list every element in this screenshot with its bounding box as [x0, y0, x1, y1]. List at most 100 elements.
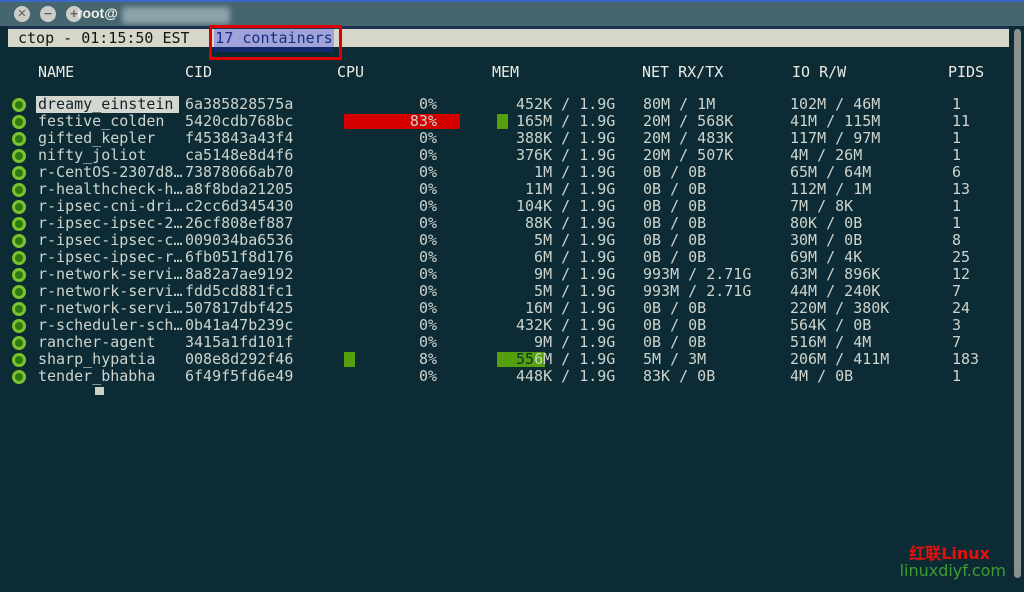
mem-usage-text: 165M / 1.9G	[516, 112, 615, 130]
cpu-percent: 0%	[344, 216, 437, 231]
mem-usage: 432K / 1.9G	[516, 318, 615, 333]
table-row[interactable]: festive_colden 5420cdb768bc 83% 165M / 1…	[0, 113, 1024, 130]
io-rw: 564K / 0B	[790, 317, 871, 334]
container-name: nifty_joliot	[36, 147, 179, 164]
window-titlebar[interactable]: ✕ − + root@	[0, 2, 1024, 26]
net-rx-tx: 993M / 2.71G	[643, 283, 751, 300]
mem-usage-text: 9M / 1.9G	[516, 265, 615, 283]
mem-usage-text: 5M / 1.9G	[516, 231, 615, 249]
table-row[interactable]: r-ipsec-ipsec-r… 6fb051f8d176 0% 6M / 1.…	[0, 249, 1024, 266]
close-button[interactable]: ✕	[14, 6, 30, 22]
table-row[interactable]: rancher-agent 3415a1fd101f 0% 9M / 1.9G …	[0, 334, 1024, 351]
container-name: r-ipsec-ipsec-c…	[36, 232, 179, 249]
table-row[interactable]: r-ipsec-ipsec-2… 26cf808ef887 0% 88K / 1…	[0, 215, 1024, 232]
cpu-percent: 0%	[344, 284, 437, 299]
status-running-icon	[12, 251, 26, 265]
cpu-percent: 8%	[344, 352, 437, 367]
mem-usage: 6M / 1.9G	[516, 250, 615, 265]
status-running-icon	[12, 302, 26, 316]
mem-gauge: 16M / 1.9G	[497, 301, 637, 316]
net-rx-tx: 0B / 0B	[643, 164, 706, 181]
cpu-gauge: 0%	[344, 131, 484, 146]
cpu-percent: 0%	[344, 165, 437, 180]
net-rx-tx: 0B / 0B	[643, 198, 706, 215]
container-id: a8f8bda21205	[185, 181, 293, 198]
container-id: 3415a1fd101f	[185, 334, 293, 351]
io-rw: 516M / 4M	[790, 334, 871, 351]
column-header-pids[interactable]: PIDS	[948, 64, 984, 81]
mem-gauge: 388K / 1.9G	[497, 131, 637, 146]
table-row[interactable]: r-CentOS-2307d8… 73878066ab70 0% 1M / 1.…	[0, 164, 1024, 181]
net-rx-tx: 0B / 0B	[643, 181, 706, 198]
pids-count: 7	[952, 334, 961, 351]
table-row[interactable]: r-healthcheck-h… a8f8bda21205 0% 11M / 1…	[0, 181, 1024, 198]
column-header-io-rw[interactable]: IO R/W	[792, 64, 846, 81]
cpu-gauge: 0%	[344, 267, 484, 282]
ctop-status-bar: ctop - 01:15:50 EST 17 containers	[8, 29, 1009, 47]
cpu-gauge: 0%	[344, 284, 484, 299]
container-name: r-network-servi…	[36, 266, 179, 283]
mem-usage: 88K / 1.9G	[516, 216, 615, 231]
column-header-cpu[interactable]: CPU	[337, 64, 364, 81]
container-name: r-ipsec-cni-dri…	[36, 198, 179, 215]
container-id: fdd5cd881fc1	[185, 283, 293, 300]
container-id: 6f49f5fd6e49	[185, 368, 293, 385]
net-rx-tx: 0B / 0B	[643, 215, 706, 232]
table-row[interactable]: r-ipsec-cni-dri… c2cc6d345430 0% 104K / …	[0, 198, 1024, 215]
pids-count: 6	[952, 164, 961, 181]
mem-usage-text: 16M / 1.9G	[516, 299, 615, 317]
mem-usage: 104K / 1.9G	[516, 199, 615, 214]
status-running-icon	[12, 336, 26, 350]
mem-usage: 165M / 1.9G	[516, 114, 615, 129]
io-rw: 4M / 26M	[790, 147, 862, 164]
io-rw: 206M / 411M	[790, 351, 889, 368]
pids-count: 1	[952, 130, 961, 147]
window-title: root@	[77, 5, 118, 21]
status-running-icon	[12, 285, 26, 299]
io-rw: 117M / 97M	[790, 130, 880, 147]
mem-gauge: 556M / 1.9G	[497, 352, 637, 367]
terminal-cursor	[95, 387, 104, 395]
mem-usage-text: 448K / 1.9G	[516, 367, 615, 385]
container-name: r-scheduler-sch…	[36, 317, 179, 334]
watermark-site: linuxdiyf.com	[900, 562, 1006, 579]
cpu-gauge: 0%	[344, 250, 484, 265]
column-header-mem[interactable]: MEM	[492, 64, 519, 81]
table-row[interactable]: r-network-servi… 8a82a7ae9192 0% 9M / 1.…	[0, 266, 1024, 283]
io-rw: 220M / 380K	[790, 300, 889, 317]
net-rx-tx: 20M / 568K	[643, 113, 733, 130]
table-row[interactable]: r-scheduler-sch… 0b41a47b239c 0% 432K / …	[0, 317, 1024, 334]
io-rw: 69M / 4K	[790, 249, 862, 266]
column-header-net-rx-tx[interactable]: NET RX/TX	[642, 64, 723, 81]
cpu-percent: 0%	[344, 318, 437, 333]
pids-count: 183	[952, 351, 979, 368]
cpu-gauge: 0%	[344, 97, 484, 112]
status-running-icon	[12, 98, 26, 112]
mem-usage-text: 5M / 1.9G	[516, 282, 615, 300]
table-row[interactable]: gifted_kepler f453843a43f4 0% 388K / 1.9…	[0, 130, 1024, 147]
mem-usage: 11M / 1.9G	[516, 182, 615, 197]
table-row[interactable]: tender_bhabha 6f49f5fd6e49 0% 448K / 1.9…	[0, 368, 1024, 385]
io-rw: 4M / 0B	[790, 368, 853, 385]
status-running-icon	[12, 353, 26, 367]
status-running-icon	[12, 166, 26, 180]
container-name: sharp_hypatia	[36, 351, 179, 368]
net-rx-tx: 0B / 0B	[643, 317, 706, 334]
minimize-button[interactable]: −	[40, 6, 56, 22]
column-header-cid[interactable]: CID	[185, 64, 212, 81]
table-row[interactable]: r-network-servi… fdd5cd881fc1 0% 5M / 1.…	[0, 283, 1024, 300]
pids-count: 24	[952, 300, 970, 317]
cpu-percent: 0%	[344, 148, 437, 163]
cpu-percent: 0%	[344, 369, 437, 384]
status-running-icon	[12, 132, 26, 146]
table-row[interactable]: r-ipsec-ipsec-c… 009034ba6536 0% 5M / 1.…	[0, 232, 1024, 249]
mem-usage: 9M / 1.9G	[516, 267, 615, 282]
column-header-name[interactable]: NAME	[38, 64, 74, 81]
container-name: tender_bhabha	[36, 368, 179, 385]
table-row[interactable]: sharp_hypatia 008e8d292f46 8% 556M / 1.9…	[0, 351, 1024, 368]
pids-count: 12	[952, 266, 970, 283]
table-row[interactable]: r-network-servi… 507817dbf425 0% 16M / 1…	[0, 300, 1024, 317]
scrollbar[interactable]	[1014, 29, 1021, 578]
table-row[interactable]: dreamy_einstein 6a385828575a 0% 452K / 1…	[0, 96, 1024, 113]
table-row[interactable]: nifty_joliot ca5148e8d4f6 0% 376K / 1.9G…	[0, 147, 1024, 164]
